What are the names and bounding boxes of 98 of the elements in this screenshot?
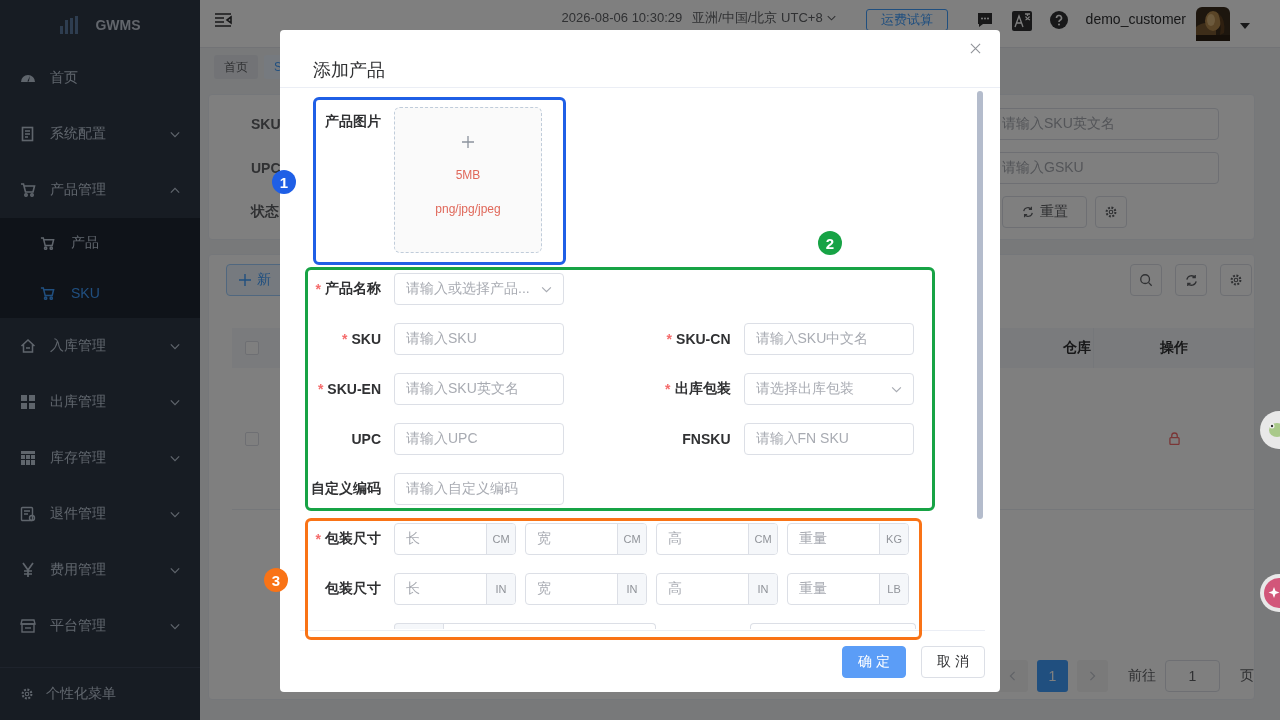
timezone-select[interactable]: 亚洲/中国/北京 UTC+8 bbox=[692, 9, 836, 27]
refresh-icon bbox=[1021, 206, 1034, 218]
field-label: 包装尺寸 bbox=[325, 580, 381, 598]
dialog-title: 添加产品 bbox=[313, 60, 385, 80]
nav-item[interactable]: 产品 bbox=[0, 218, 200, 268]
document-icon bbox=[20, 126, 36, 142]
user-name[interactable]: demo_customer bbox=[1085, 5, 1186, 33]
table-icon bbox=[20, 450, 36, 466]
settings-button[interactable] bbox=[1220, 264, 1252, 296]
input-field[interactable]: 请输入FN SKU bbox=[743, 423, 914, 455]
select-field[interactable]: 请选择出库包装 bbox=[743, 373, 914, 405]
menu-fold-icon[interactable] bbox=[214, 12, 232, 28]
input-field[interactable]: 请输入SKU中文名 bbox=[743, 323, 914, 355]
nav-item[interactable]: 个性化菜单 bbox=[0, 685, 116, 703]
lock-icon[interactable] bbox=[1168, 432, 1180, 445]
required-mark: * bbox=[666, 331, 673, 347]
page-tab[interactable]: 首页 bbox=[214, 55, 258, 79]
input-field[interactable]: 请输入SKU英文名 bbox=[394, 373, 564, 405]
field-label: SKU bbox=[351, 331, 381, 347]
plus-icon bbox=[462, 136, 474, 148]
reset-button[interactable]: 重置 bbox=[1002, 196, 1087, 228]
required-mark: * bbox=[665, 381, 671, 397]
size-hint: 5MB bbox=[455, 168, 481, 182]
frog-icon[interactable] bbox=[1260, 411, 1280, 449]
column-header: 仓库 bbox=[1063, 339, 1092, 357]
field-label: SKU-EN bbox=[327, 381, 381, 397]
settings-button[interactable] bbox=[1095, 196, 1127, 228]
close-icon[interactable] bbox=[970, 43, 981, 54]
nav-item[interactable]: 产品管理 bbox=[0, 162, 200, 218]
yen-icon bbox=[20, 562, 36, 578]
input-field[interactable]: 请输入自定义编码 bbox=[394, 473, 564, 505]
nav-item[interactable]: 首页 bbox=[0, 50, 200, 106]
freight-button[interactable]: 运费试算 bbox=[865, 9, 948, 31]
field-label: 产品名称 bbox=[325, 280, 381, 298]
logo-text: GWMS bbox=[95, 17, 141, 33]
required-mark: * bbox=[315, 281, 321, 297]
required-mark: * bbox=[317, 381, 324, 397]
help-icon[interactable] bbox=[1049, 11, 1068, 29]
filter-label: SKU bbox=[251, 116, 281, 132]
settings-icon bbox=[1229, 273, 1243, 287]
annotation-badge: 3 bbox=[264, 568, 288, 592]
refresh-button[interactable] bbox=[1175, 264, 1207, 296]
format-hint: png/jpg/jpeg bbox=[435, 202, 501, 216]
field-label: 自定义编码 bbox=[311, 480, 381, 498]
chevron-icon bbox=[826, 15, 836, 21]
field-label: SKU-CN bbox=[676, 331, 731, 347]
page-number[interactable]: 1 bbox=[1037, 660, 1068, 692]
cart-icon bbox=[40, 235, 55, 251]
field-label: 出库包装 bbox=[674, 380, 731, 398]
cart-icon bbox=[20, 182, 36, 198]
field-label: FNSKU bbox=[682, 431, 731, 447]
scrollbar[interactable] bbox=[977, 91, 983, 519]
chevron-icon bbox=[890, 385, 902, 393]
cart-icon bbox=[40, 285, 55, 301]
image-upload[interactable]: 5MB png/jpg/jpeg bbox=[394, 107, 542, 253]
receipt-icon bbox=[20, 506, 36, 522]
translate-icon[interactable] bbox=[1011, 11, 1032, 31]
column-header: 操作 bbox=[1093, 328, 1254, 368]
page-input[interactable]: 1 bbox=[1165, 660, 1220, 692]
input-field[interactable] bbox=[750, 623, 916, 629]
field-label: 包装尺寸 bbox=[325, 530, 381, 548]
date-time: 2026-08-06 10:30:29 bbox=[561, 9, 683, 27]
nav-item[interactable]: 出库管理 bbox=[0, 374, 200, 430]
nav-item[interactable]: 退件管理 bbox=[0, 486, 200, 542]
search-icon bbox=[1139, 273, 1153, 287]
cancel-button[interactable]: 取 消 bbox=[921, 646, 985, 678]
required-mark: * bbox=[315, 531, 321, 547]
field-label: UPC bbox=[351, 431, 381, 447]
field-label: 产品图片 bbox=[324, 112, 381, 131]
nav-item[interactable]: 系统配置 bbox=[0, 106, 200, 162]
nav-item[interactable]: 费用管理 bbox=[0, 542, 200, 598]
chevron-icon bbox=[541, 285, 552, 293]
page-suffix: 页 bbox=[1240, 667, 1254, 685]
input-field[interactable]: 请输入SKU bbox=[394, 323, 564, 355]
filter-label: 状态 bbox=[251, 203, 279, 221]
chat-icon[interactable] bbox=[975, 11, 994, 29]
grid-icon bbox=[20, 394, 36, 410]
settings-icon bbox=[1104, 205, 1118, 219]
refresh-icon bbox=[1184, 273, 1198, 287]
search-button[interactable] bbox=[1130, 264, 1162, 296]
nav-item[interactable]: 库存管理 bbox=[0, 430, 200, 486]
confirm-button[interactable]: 确 定 bbox=[842, 646, 907, 678]
input-field[interactable] bbox=[444, 623, 656, 629]
required-mark: * bbox=[342, 331, 348, 347]
nav-item[interactable]: 入库管理 bbox=[0, 318, 200, 374]
nav-item[interactable]: 平台管理 bbox=[0, 598, 200, 654]
select-field[interactable]: 请输入或选择产品... bbox=[394, 273, 564, 305]
nav-item[interactable]: SKU bbox=[0, 268, 200, 318]
gear-icon bbox=[20, 687, 34, 701]
input-field[interactable] bbox=[394, 623, 444, 629]
store-icon bbox=[20, 618, 36, 634]
goto-label: 前往 bbox=[1128, 667, 1156, 685]
home-icon bbox=[20, 338, 36, 354]
annotation-badge: 2 bbox=[818, 231, 842, 255]
sparkle-icon[interactable] bbox=[1260, 574, 1280, 612]
plus-icon bbox=[239, 274, 251, 286]
caret-icon[interactable] bbox=[1240, 23, 1250, 29]
input-field[interactable]: 请输入UPC bbox=[394, 423, 564, 455]
